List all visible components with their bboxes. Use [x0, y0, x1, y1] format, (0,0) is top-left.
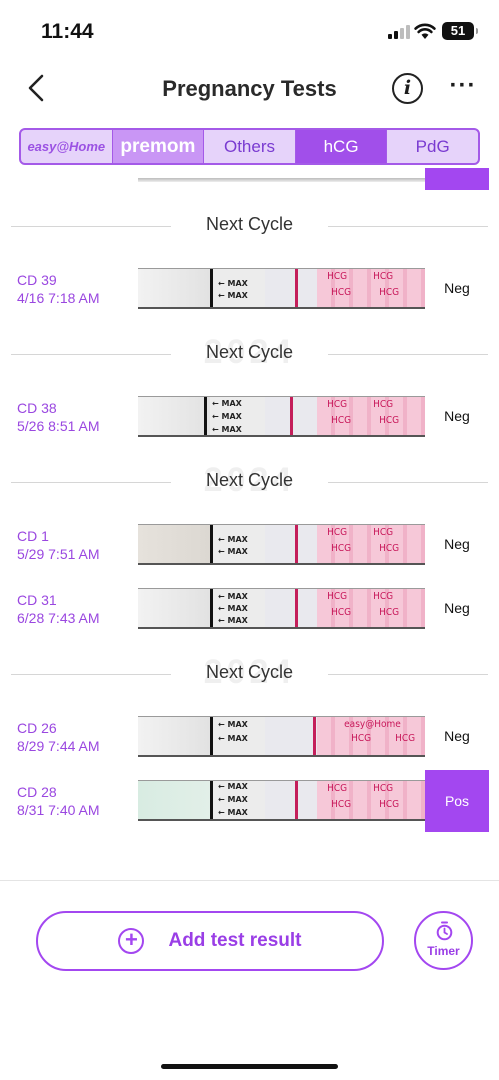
tab-label: PdG	[415, 136, 450, 156]
test-strip-photo: ← MAX ← MAX HCG HCG HCG HCG	[138, 268, 425, 309]
tab-premom[interactable]: premom	[112, 130, 205, 163]
cycle-day: CD 26	[17, 720, 57, 736]
test-strip-photo: ← MAX ← MAX ← MAX HCG HCG HCG HCG	[138, 780, 425, 821]
test-strip-photo: ← MAX ← MAX ← MAX HCG HCG HCG HCG	[138, 396, 425, 437]
test-row[interactable]: CD 1 5/29 7:51 AM ← MAX ← MAX HCG HCG HC…	[0, 524, 499, 566]
status-bar: 11:44 51	[0, 0, 499, 60]
more-dots-icon[interactable]: ···	[446, 73, 480, 103]
divider-line	[328, 674, 488, 675]
tab-easy-at-home[interactable]: easy@Home	[21, 130, 113, 163]
test-datetime: 4/16 7:18 AM	[17, 290, 100, 306]
divider-line	[328, 354, 488, 355]
test-datetime: 5/26 8:51 AM	[17, 418, 100, 434]
plus-circle-icon: +	[118, 928, 145, 954]
cycle-divider: 2024 Next Cycle	[0, 653, 499, 691]
result-badge: Neg	[444, 280, 470, 296]
tab-label: premom	[120, 135, 196, 157]
test-type-tabs: easy@Home premom Others hCG PdG	[19, 128, 480, 165]
divider-label: Next Cycle	[205, 214, 294, 234]
cycle-day: CD 38	[17, 400, 57, 416]
divider-label: Next Cycle	[205, 470, 294, 490]
result-badge: Neg	[444, 728, 470, 744]
tab-label: easy@Home	[27, 139, 106, 154]
divider-line	[328, 482, 488, 483]
status-time: 11:44	[41, 20, 94, 43]
result-badge: Pos	[425, 770, 489, 832]
divider-label: Next Cycle	[205, 662, 294, 682]
partial-result-badge	[425, 168, 489, 190]
cycle-divider: 2024 Next Cycle	[0, 333, 499, 371]
partial-test-strip	[138, 178, 425, 182]
info-icon[interactable]: i	[392, 73, 423, 104]
result-badge: Neg	[444, 600, 470, 616]
divider-label: Next Cycle	[205, 342, 294, 362]
tab-others[interactable]: Others	[204, 130, 296, 163]
tab-label: hCG	[323, 136, 359, 156]
test-row[interactable]: CD 28 8/31 7:40 AM ← MAX ← MAX ← MAX HCG…	[0, 770, 499, 832]
test-datetime: 8/31 7:40 AM	[17, 802, 100, 818]
test-row[interactable]: CD 39 4/16 7:18 AM ← MAX ← MAX HCG HCG H…	[0, 268, 499, 310]
bottom-action-bar: + Add test result Timer	[0, 880, 499, 1080]
add-test-result-label: Add test result	[168, 930, 302, 951]
test-datetime: 5/29 7:51 AM	[17, 546, 100, 562]
test-strip-photo: ← MAX ← MAX HCG HCG HCG HCG	[138, 524, 425, 565]
page-title: Pregnancy Tests	[162, 76, 337, 101]
test-datetime: 8/29 7:44 AM	[17, 738, 100, 754]
cycle-divider: 2024 Next Cycle	[0, 461, 499, 499]
test-results-list[interactable]: Next Cycle CD 39 4/16 7:18 AM ← MAX ← MA…	[0, 168, 499, 880]
cycle-day: CD 31	[17, 592, 57, 608]
test-row[interactable]: CD 31 6/28 7:43 AM ← MAX ← MAX ← MAX HCG…	[0, 588, 499, 630]
add-test-result-button[interactable]: + Add test result	[36, 911, 384, 971]
test-row[interactable]: CD 38 5/26 8:51 AM ← MAX ← MAX ← MAX HCG…	[0, 396, 499, 438]
cycle-day: CD 1	[17, 528, 49, 544]
tab-pdg[interactable]: PdG	[387, 130, 478, 163]
tab-hcg[interactable]: hCG	[295, 130, 388, 163]
navigation-bar: Pregnancy Tests i ···	[0, 60, 499, 118]
divider-line	[328, 226, 488, 227]
wifi-icon	[414, 23, 436, 39]
cycle-day: CD 28	[17, 784, 57, 800]
tab-label: Others	[223, 136, 275, 156]
test-row[interactable]: CD 26 8/29 7:44 AM ← MAX ← MAX easy@Home…	[0, 716, 499, 758]
test-strip-photo: ← MAX ← MAX ← MAX HCG HCG HCG HCG	[138, 588, 425, 629]
timer-label: Timer	[427, 944, 460, 958]
result-badge: Neg	[444, 536, 470, 552]
cellular-signal-icon	[388, 25, 410, 39]
test-strip-photo: ← MAX ← MAX easy@Home HCG HCG	[138, 716, 425, 757]
cycle-divider: Next Cycle	[0, 211, 499, 241]
result-badge: Neg	[444, 408, 470, 424]
cycle-day: CD 39	[17, 272, 57, 288]
home-indicator	[161, 1064, 338, 1069]
timer-button[interactable]: Timer	[414, 911, 473, 970]
stopwatch-icon	[436, 921, 453, 941]
battery-icon: 51	[442, 22, 478, 40]
test-datetime: 6/28 7:43 AM	[17, 610, 100, 626]
